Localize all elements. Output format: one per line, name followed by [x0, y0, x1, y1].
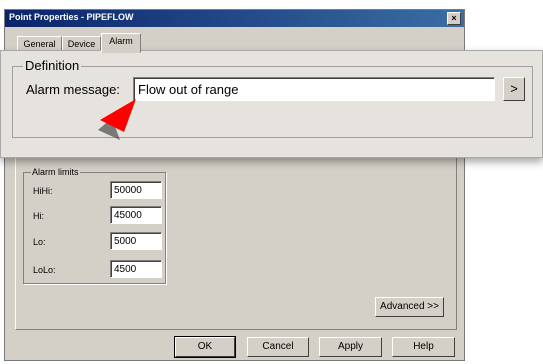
lo-input[interactable]: [110, 232, 162, 250]
cancel-button[interactable]: Cancel: [247, 337, 309, 357]
alarm-message-label: Alarm message:: [26, 82, 120, 97]
apply-button[interactable]: Apply: [319, 337, 382, 357]
lolo-input[interactable]: [110, 260, 162, 278]
definition-legend: Definition: [23, 58, 82, 73]
definition-magnified-strip: Definition Alarm message: >: [0, 50, 543, 158]
ok-button[interactable]: OK: [174, 336, 236, 358]
tab-alarm[interactable]: Alarm: [101, 33, 141, 53]
hihi-input[interactable]: [110, 181, 162, 199]
help-button[interactable]: Help: [392, 337, 455, 357]
lo-label: Lo:: [33, 237, 46, 247]
dialog-title: Point Properties - PIPEFLOW: [9, 12, 134, 22]
advanced-button[interactable]: Advanced >>: [375, 297, 444, 317]
hi-input[interactable]: [110, 206, 162, 224]
pointer-arrow-icon: [98, 99, 136, 140]
hihi-label: HiHi:: [33, 186, 53, 196]
title-bar[interactable]: Point Properties - PIPEFLOW ×: [5, 10, 464, 27]
close-button[interactable]: ×: [447, 12, 461, 25]
alarm-message-input[interactable]: [133, 77, 495, 101]
lolo-label: LoLo:: [33, 265, 56, 275]
alarm-message-browse-button[interactable]: >: [503, 77, 525, 101]
alarm-limits-legend: Alarm limits: [31, 167, 80, 177]
hi-label: Hi:: [33, 211, 44, 221]
